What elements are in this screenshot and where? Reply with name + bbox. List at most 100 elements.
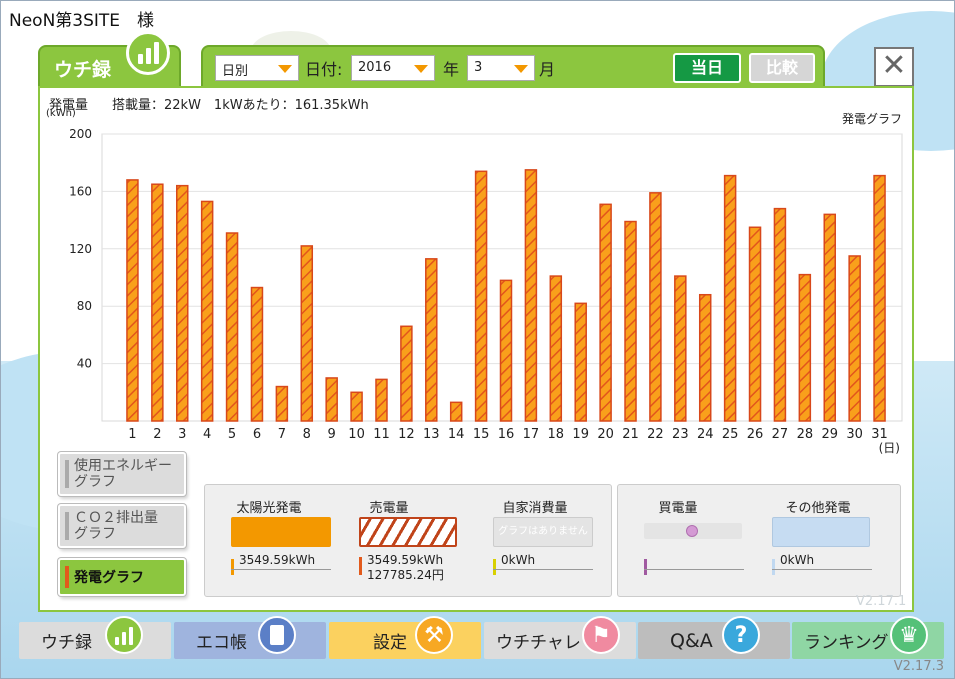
- wrench-icon: ⚒: [415, 616, 453, 654]
- x-tick-label: 12: [398, 427, 415, 442]
- bar-day-20[interactable]: [599, 203, 612, 422]
- bar-day-3[interactable]: [176, 184, 189, 422]
- today-button[interactable]: 当日: [673, 53, 741, 83]
- bar-day-17[interactable]: [524, 169, 538, 422]
- crown-icon: ♛: [890, 616, 928, 654]
- button-label: グラフ: [74, 474, 116, 490]
- x-tick-label: 5: [228, 427, 236, 442]
- x-axis-label: (日): [879, 441, 900, 455]
- bar-day-25[interactable]: [723, 174, 737, 422]
- bar-day-24[interactable]: [698, 293, 712, 422]
- x-tick-label: 9: [328, 427, 336, 442]
- nav-uchiroku[interactable]: ウチ録: [19, 616, 171, 659]
- nav-uchichallenge[interactable]: ウチチャレ ⚑: [484, 616, 636, 659]
- bar-day-5[interactable]: [225, 232, 239, 422]
- x-tick-label: 31: [871, 427, 888, 442]
- x-tick-label: 24: [697, 427, 714, 442]
- button-label: グラフ: [74, 526, 116, 542]
- bar-day-19[interactable]: [574, 302, 587, 422]
- bar-day-16[interactable]: [499, 279, 513, 422]
- legend-solar-marker: [231, 559, 234, 575]
- bar-day-8[interactable]: [300, 245, 314, 422]
- bar-day-30[interactable]: [848, 255, 861, 422]
- legend-other-title: その他発電: [785, 501, 851, 516]
- x-tick-label: 19: [572, 427, 589, 442]
- bar-day-4[interactable]: [200, 200, 214, 422]
- legend-bought-slider-track: [644, 523, 742, 539]
- co2-emission-graph-button[interactable]: ＣＯ２排出量 グラフ: [58, 504, 186, 548]
- month-select-value: 3: [474, 60, 483, 75]
- x-tick-label: 30: [846, 427, 863, 442]
- tab-uchiroku[interactable]: ウチ録: [38, 31, 181, 87]
- button-label: 発電グラフ: [74, 570, 144, 586]
- x-tick-label: 8: [303, 427, 311, 442]
- period-select[interactable]: 日別: [215, 55, 299, 81]
- bar-day-29[interactable]: [823, 213, 836, 422]
- bar-day-12[interactable]: [400, 325, 413, 422]
- legend-solar-title: 太陽光発電: [236, 501, 302, 516]
- legend-bought-marker: [644, 559, 647, 575]
- bar-chart-icon: [105, 616, 143, 654]
- bar-day-6[interactable]: [250, 286, 264, 422]
- graph-panel: 発電量 (kWh) 搭載量：22kW 1kWあたり：161.35kWh 発電グラ…: [38, 86, 914, 612]
- month-label: 月: [539, 60, 556, 79]
- bar-day-28[interactable]: [798, 273, 812, 422]
- y-tick-label: 120: [69, 242, 92, 256]
- x-tick-label: 23: [672, 427, 689, 442]
- legend-sold-swatch: [359, 517, 457, 547]
- bar-day-18[interactable]: [549, 275, 563, 422]
- nav-settings[interactable]: 設定 ⚒: [329, 616, 481, 659]
- bar-day-10[interactable]: [350, 391, 363, 422]
- x-tick-label: 25: [722, 427, 739, 442]
- x-tick-label: 29: [821, 427, 838, 442]
- legend-divider: [231, 569, 331, 570]
- legend-other-swatch: [772, 517, 870, 547]
- close-button[interactable]: ✕: [874, 47, 914, 87]
- bar-day-9[interactable]: [325, 377, 338, 422]
- nav-label: 設定: [373, 633, 407, 653]
- nav-ranking[interactable]: ランキング ♛: [792, 616, 944, 659]
- bar-day-21[interactable]: [624, 220, 637, 422]
- y-tick-label: 160: [69, 184, 92, 198]
- x-tick-label: 14: [448, 427, 465, 442]
- bar-day-31[interactable]: [873, 174, 886, 422]
- nav-label: Q&A: [670, 629, 713, 652]
- legend-divider: [772, 569, 872, 570]
- bar-day-13[interactable]: [425, 258, 438, 422]
- generation-graph-button[interactable]: 発電グラフ: [58, 558, 186, 596]
- bar-day-26[interactable]: [748, 226, 762, 422]
- background-version: V2.17.1: [856, 594, 907, 609]
- x-tick-label: 21: [622, 427, 639, 442]
- bar-day-23[interactable]: [674, 275, 687, 422]
- toolbar: 日別 日付: 2016 年 3 月 当日 比較: [201, 45, 825, 87]
- legend-sold-title: 売電量: [369, 501, 409, 516]
- energy-usage-graph-button[interactable]: 使用エネルギー グラフ: [58, 452, 186, 496]
- compare-button[interactable]: 比較: [749, 53, 815, 83]
- bar-day-15[interactable]: [474, 170, 488, 422]
- nav-label: ウチチャレ: [496, 633, 581, 653]
- x-tick-label: 10: [348, 427, 365, 442]
- x-tick-label: 17: [523, 427, 540, 442]
- nav-qa[interactable]: Q&A ?: [638, 616, 790, 659]
- flag-icon: ⚑: [582, 616, 620, 654]
- nav-ecobook[interactable]: エコ帳: [174, 616, 326, 659]
- question-icon: ?: [722, 616, 760, 654]
- x-tick-label: 15: [473, 427, 490, 442]
- bar-day-22[interactable]: [649, 192, 662, 422]
- bar-day-11[interactable]: [375, 378, 388, 422]
- x-tick-label: 20: [597, 427, 614, 442]
- year-select[interactable]: 2016: [351, 55, 435, 81]
- legend-self-title: 自家消費量: [502, 501, 568, 516]
- bar-day-7[interactable]: [275, 385, 289, 422]
- x-tick-label: 3: [178, 427, 186, 442]
- generation-bar-chart: 1 2 3 4 5 6 7 8 9 10 11 12 13 14 15 16 17 18 19 20 21 22 23 24 2…: [69, 127, 903, 455]
- x-tick-label: 13: [423, 427, 440, 442]
- legend-divider: [493, 569, 593, 570]
- bar-day-27[interactable]: [773, 207, 787, 422]
- month-select[interactable]: 3: [467, 55, 535, 81]
- legend-bought-slider-knob: [686, 525, 698, 537]
- bar-day-2[interactable]: [151, 183, 164, 422]
- site-title: NeoN第3SITE 様: [9, 11, 155, 31]
- bar-day-14[interactable]: [449, 401, 463, 422]
- bar-day-1[interactable]: [126, 179, 139, 422]
